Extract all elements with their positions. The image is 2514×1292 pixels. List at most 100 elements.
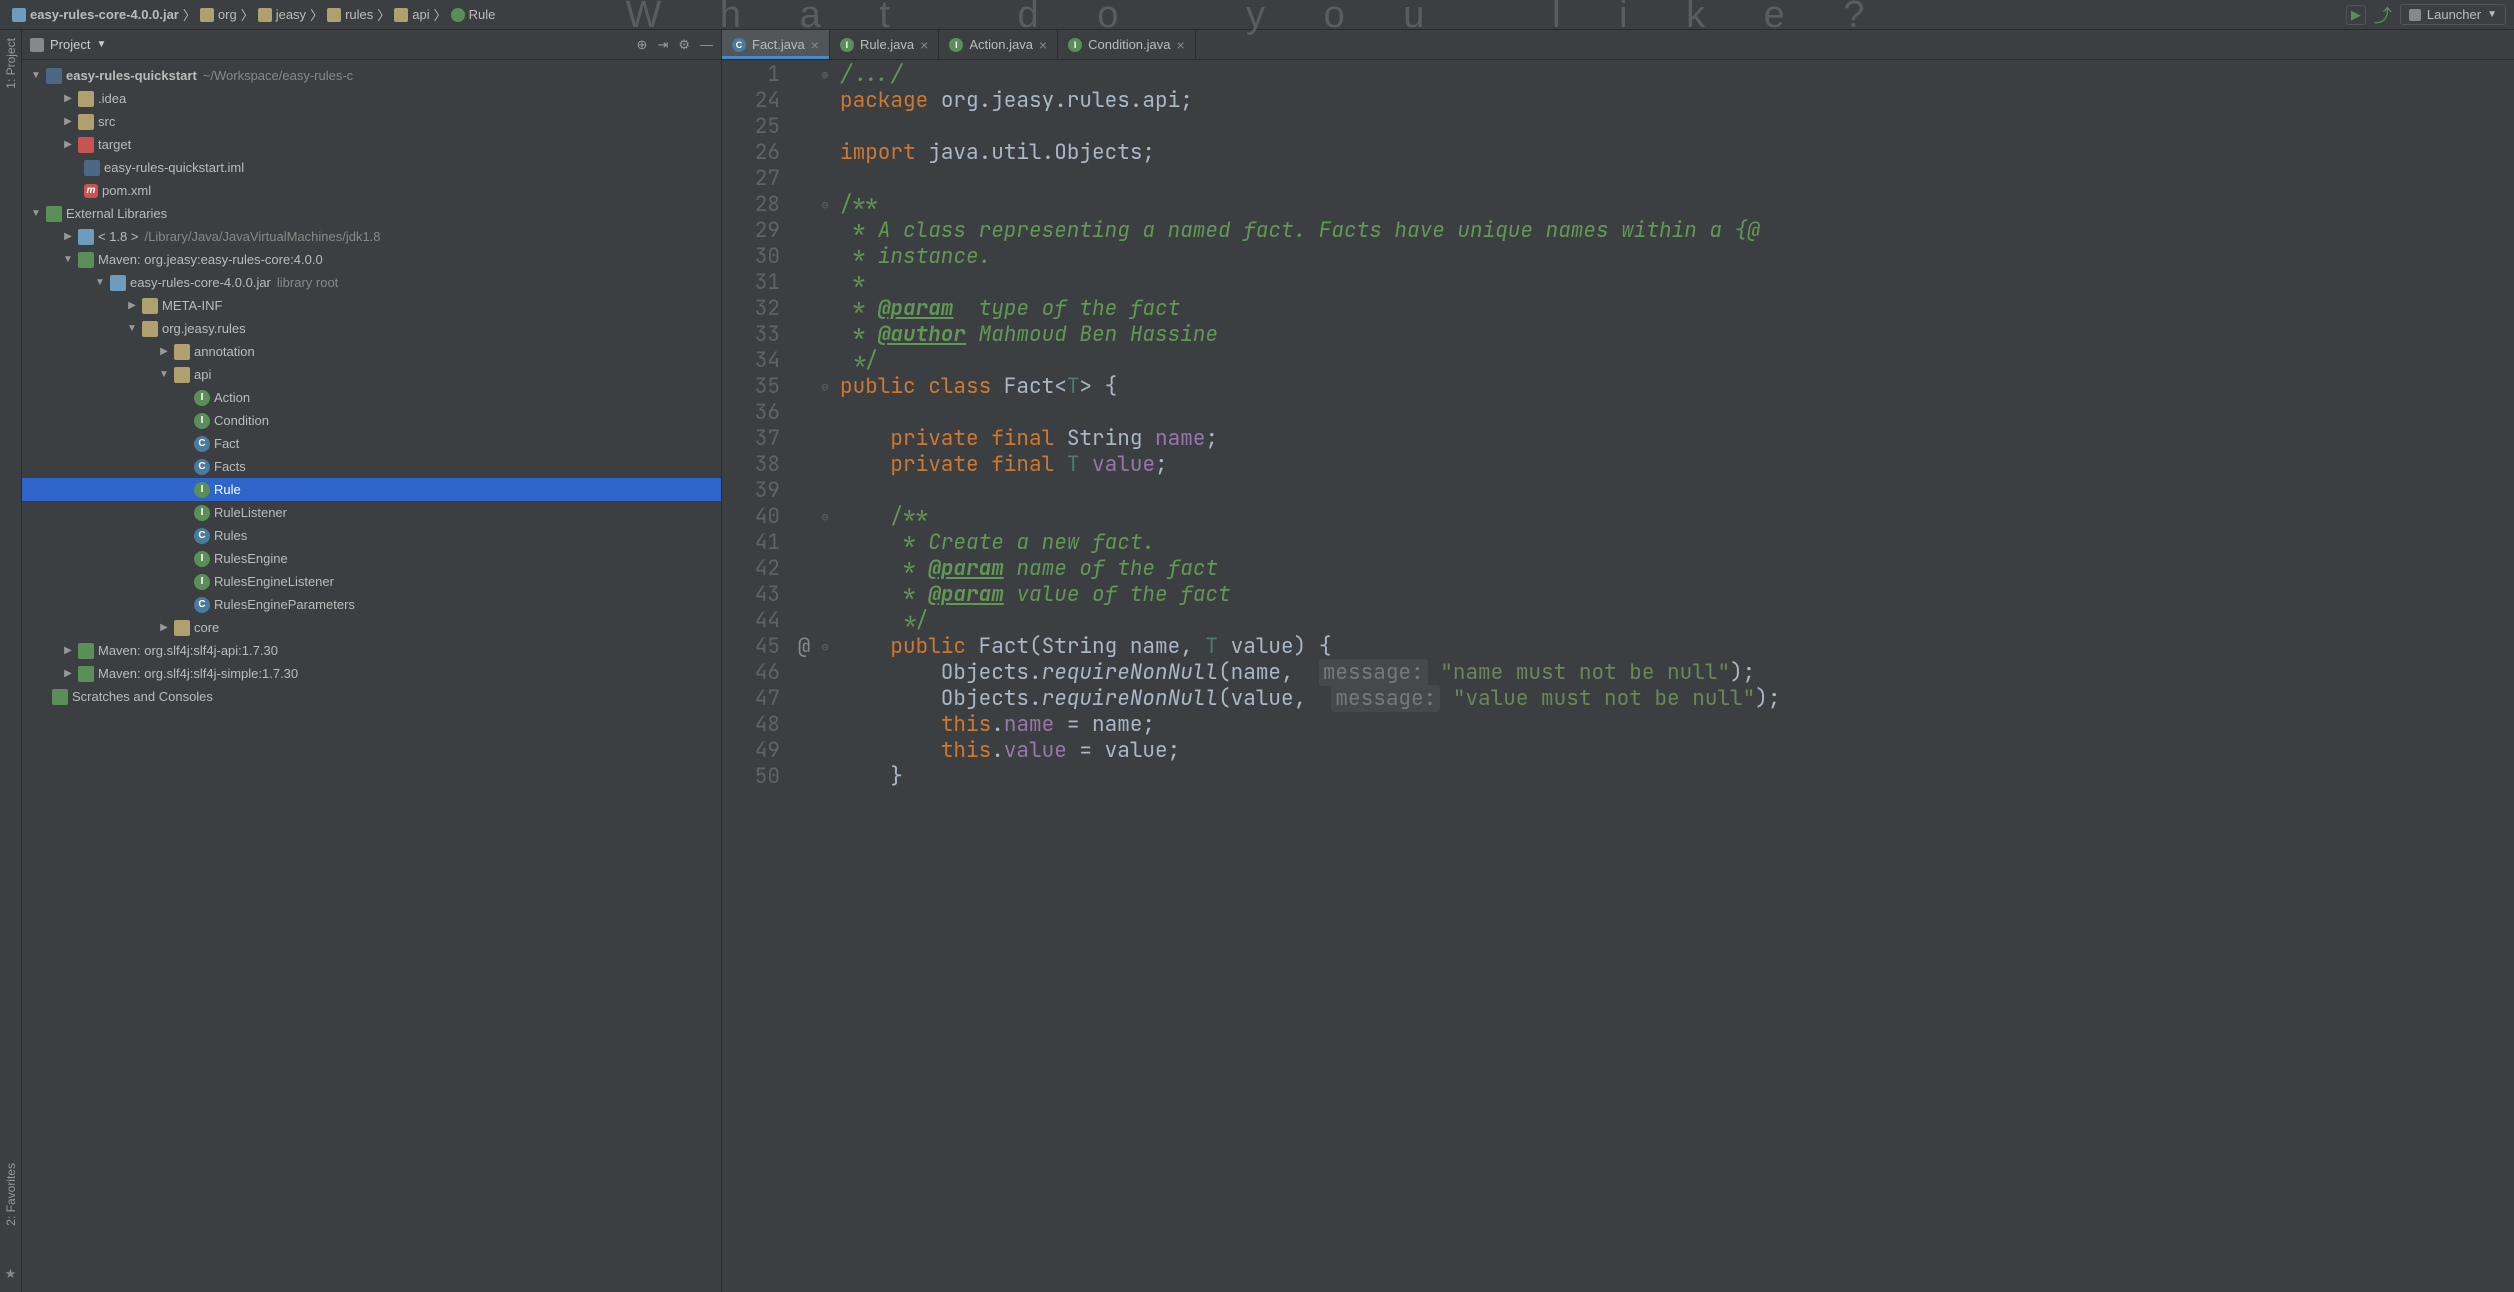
jdk-icon [78, 229, 94, 245]
tool-tab-favorites[interactable]: 2: Favorites [4, 1163, 18, 1226]
sidebar-header: Project ▼ ⊕ ⇥ ⚙ — [22, 30, 721, 60]
code-content[interactable]: /.../package org.jeasy.rules.api;import … [834, 60, 2514, 1292]
sidebar-view-selector[interactable]: Project ▼ [30, 37, 106, 52]
close-icon[interactable]: × [1039, 37, 1047, 53]
tree-item[interactable]: CFacts [22, 455, 721, 478]
tree-item[interactable]: META-INF [22, 294, 721, 317]
tree-scratches[interactable]: Scratches and Consoles [22, 685, 721, 708]
tree-item[interactable]: < 1.8 >/Library/Java/JavaVirtualMachines… [22, 225, 721, 248]
breadcrumb-item-jar[interactable]: easy-rules-core-4.0.0.jar [8, 7, 183, 22]
tree-item[interactable]: CFact [22, 432, 721, 455]
close-icon[interactable]: × [920, 37, 928, 53]
class-icon: C [194, 436, 210, 452]
launcher-icon [2409, 9, 2421, 21]
interface-icon: I [194, 574, 210, 590]
tree-external-libs[interactable]: External Libraries [22, 202, 721, 225]
tree-item[interactable]: Maven: org.jeasy:easy-rules-core:4.0.0 [22, 248, 721, 271]
tree-item[interactable]: .idea [22, 87, 721, 110]
tree-item[interactable]: IAction [22, 386, 721, 409]
tree-item[interactable]: CRules [22, 524, 721, 547]
breadcrumb-bar: easy-rules-core-4.0.0.jar 〉 org 〉 jeasy … [0, 0, 2514, 30]
jar-icon [110, 275, 126, 291]
tree-item[interactable]: Maven: org.slf4j:slf4j-simple:1.7.30 [22, 662, 721, 685]
tree-item[interactable]: IRulesEngine [22, 547, 721, 570]
package-icon [142, 321, 158, 337]
tree-item[interactable]: annotation [22, 340, 721, 363]
code-editor[interactable]: 1242526272829303132333435363738394041424… [722, 60, 2514, 1292]
run-config-selector[interactable]: Launcher ▼ [2400, 4, 2506, 25]
tree-item[interactable]: ICondition [22, 409, 721, 432]
folder-icon [142, 298, 158, 314]
breadcrumb-item-api[interactable]: api [390, 7, 433, 22]
run-target-icon[interactable]: ▶ [2346, 5, 2366, 25]
class-icon: C [732, 38, 746, 52]
interface-icon: I [194, 505, 210, 521]
chevron-down-icon: ▼ [96, 39, 106, 50]
chevron-right-icon: 〉 [377, 5, 390, 24]
toolbar-right: ▶ ⤴ Launcher ▼ [2346, 2, 2506, 28]
project-icon [30, 38, 44, 52]
folder-icon [200, 8, 214, 22]
project-sidebar: Project ▼ ⊕ ⇥ ⚙ — easy-rules-quickstart~… [22, 30, 722, 1292]
gear-icon[interactable]: ⚙ [678, 37, 690, 53]
interface-icon: I [840, 38, 854, 52]
tree-item[interactable]: target [22, 133, 721, 156]
tool-tab-project[interactable]: 1: Project [4, 38, 18, 89]
ide-root: easy-rules-core-4.0.0.jar 〉 org 〉 jeasy … [0, 0, 2514, 1292]
star-icon[interactable]: ★ [5, 1266, 17, 1282]
scratches-icon [52, 689, 68, 705]
editor-area: CFact.java× IRule.java× IAction.java× IC… [722, 30, 2514, 1292]
tree-item[interactable]: src [22, 110, 721, 133]
chevron-right-icon: 〉 [183, 5, 196, 24]
build-icon[interactable]: ⤴ [2374, 2, 2392, 28]
editor-tab-rule[interactable]: IRule.java× [830, 30, 939, 59]
module-icon [46, 68, 62, 84]
collapse-icon[interactable]: ⇥ [657, 37, 668, 53]
tree-item[interactable]: IRulesEngineListener [22, 570, 721, 593]
editor-tab-condition[interactable]: ICondition.java× [1058, 30, 1196, 59]
tree-item[interactable]: easy-rules-quickstart.iml [22, 156, 721, 179]
breadcrumb-item-org[interactable]: org [196, 7, 241, 22]
tree-item[interactable]: IRuleListener [22, 501, 721, 524]
folder-icon [78, 114, 94, 130]
breadcrumb-item-rule[interactable]: Rule [447, 7, 500, 22]
chevron-down-icon: ▼ [2487, 9, 2497, 20]
folder-icon [394, 8, 408, 22]
package-icon [174, 367, 190, 383]
editor-tab-fact[interactable]: CFact.java× [722, 30, 830, 59]
locate-icon[interactable]: ⊕ [637, 37, 648, 53]
library-icon [78, 666, 94, 682]
library-icon [78, 252, 94, 268]
tree-item[interactable]: CRulesEngineParameters [22, 593, 721, 616]
interface-icon: I [194, 390, 210, 406]
breadcrumb-item-jeasy[interactable]: jeasy [254, 7, 310, 22]
hide-icon[interactable]: — [700, 37, 713, 53]
folder-icon [78, 91, 94, 107]
close-icon[interactable]: × [1177, 37, 1185, 53]
project-tree[interactable]: easy-rules-quickstart~/Workspace/easy-ru… [22, 60, 721, 1292]
class-icon: C [194, 459, 210, 475]
class-icon: C [194, 528, 210, 544]
breadcrumb-item-rules[interactable]: rules [323, 7, 377, 22]
maven-icon: m [84, 184, 98, 198]
editor-tab-action[interactable]: IAction.java× [939, 30, 1058, 59]
tree-item[interactable]: Maven: org.slf4j:slf4j-api:1.7.30 [22, 639, 721, 662]
tree-root[interactable]: easy-rules-quickstart~/Workspace/easy-ru… [22, 64, 721, 87]
chevron-right-icon: 〉 [241, 5, 254, 24]
interface-icon: I [194, 413, 210, 429]
tree-item[interactable]: org.jeasy.rules [22, 317, 721, 340]
interface-icon: I [949, 38, 963, 52]
interface-icon: I [194, 551, 210, 567]
jar-icon [12, 8, 26, 22]
tree-item[interactable]: mpom.xml [22, 179, 721, 202]
class-icon: C [194, 597, 210, 613]
interface-icon [451, 8, 465, 22]
tree-item[interactable]: api [22, 363, 721, 386]
interface-icon: I [1068, 38, 1082, 52]
tree-item[interactable]: core [22, 616, 721, 639]
tree-item[interactable]: easy-rules-core-4.0.0.jarlibrary root [22, 271, 721, 294]
close-icon[interactable]: × [811, 37, 819, 53]
library-icon [78, 643, 94, 659]
main-area: 1: Project 2: Favorites ★ Project ▼ ⊕ ⇥ … [0, 30, 2514, 1292]
tree-item-selected[interactable]: IRule [22, 478, 721, 501]
